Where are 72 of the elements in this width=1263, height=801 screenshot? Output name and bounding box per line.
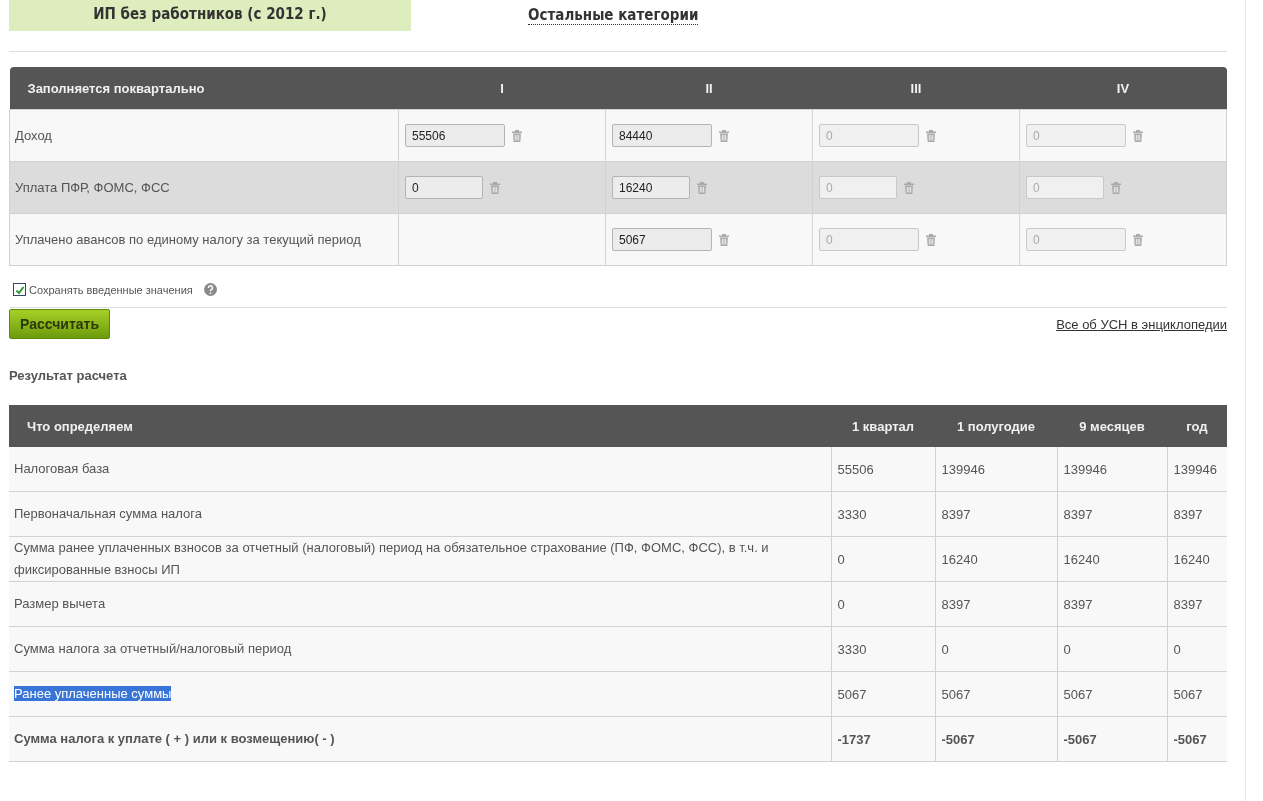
table-cell: 139946	[935, 447, 1057, 492]
row-label: Сумма ранее уплаченных взносов за отчетный (налоговый) период на обязательное страхование (ПФ, ФОМС, ФСС), в т.ч. и фиксированные взносы ИП	[14, 540, 769, 577]
table-cell: -5067	[935, 716, 1057, 762]
trash-icon[interactable]	[512, 129, 522, 142]
trash-icon[interactable]	[1133, 129, 1143, 142]
table-cell: 139946	[1057, 447, 1167, 492]
table-cell: 139946	[1167, 447, 1227, 492]
result-title: Результат расчета	[9, 368, 128, 383]
amount-field[interactable]: 5067	[612, 228, 712, 251]
category-tab[interactable]: ИП без работников (с 2012 г.)	[9, 0, 411, 31]
trash-icon[interactable]	[697, 181, 707, 194]
trash-icon[interactable]	[490, 181, 500, 194]
trash-icon[interactable]	[926, 233, 936, 246]
help-icon[interactable]	[203, 283, 217, 296]
amount-field[interactable]: 55506	[405, 124, 505, 147]
column-header: год	[1167, 405, 1227, 447]
row-label: Ранее уплаченные суммы	[14, 686, 172, 701]
table-cell: 16240	[935, 536, 1057, 582]
column-header: II	[605, 67, 813, 110]
table-cell: 8397	[935, 581, 1057, 627]
table-cell: 3330	[831, 491, 935, 537]
trash-icon[interactable]	[1133, 233, 1143, 246]
category-tab[interactable]: Остальные категории	[528, 6, 699, 25]
table-cell: 55506	[831, 447, 935, 492]
trash-icon[interactable]	[926, 129, 936, 142]
table-cell: 5067	[1167, 671, 1227, 717]
trash-icon[interactable]	[904, 181, 914, 194]
table-cell: 8397	[1057, 491, 1167, 537]
amount-field[interactable]: 84440	[612, 124, 712, 147]
checkbox-label: Сохранять введенные значения	[29, 283, 193, 296]
table-cell: 0	[831, 581, 935, 627]
table-cell: 0	[1057, 626, 1167, 672]
table-cell: 5067	[935, 671, 1057, 717]
table-cell: 8397	[1167, 581, 1227, 627]
row-label: Первоначальная сумма налога	[14, 506, 202, 521]
column-header: I	[398, 67, 606, 110]
column-header: 9 месяцев	[1057, 405, 1167, 447]
table-cell: -1737	[831, 716, 935, 762]
table-cell: -5067	[1167, 716, 1227, 762]
table-cell: 0	[831, 536, 935, 582]
table-cell: 3330	[831, 626, 935, 672]
column-header: 1 полугодие	[935, 405, 1057, 447]
row-label: Налоговая база	[14, 461, 110, 476]
column-header: 1 квартал	[831, 405, 935, 447]
table-cell: 5067	[831, 671, 935, 717]
column-header: III	[812, 67, 1020, 110]
table-cell: 5067	[1057, 671, 1167, 717]
row-label: Уплата ПФР, ФОМС, ФСС	[9, 161, 399, 214]
table-cell: -5067	[1057, 716, 1167, 762]
calculate-button[interactable]: Рассчитать	[9, 309, 110, 339]
row-label: Сумма налога за отчетный/налоговый период	[14, 641, 292, 656]
table-cell: 8397	[1167, 491, 1227, 537]
trash-icon[interactable]	[719, 233, 729, 246]
row-label: Сумма налога к уплате ( + ) или к возмещению( - )	[14, 731, 335, 746]
column-header: Заполняется поквартально	[9, 67, 399, 110]
table-cell: 8397	[935, 491, 1057, 537]
amount-field[interactable]: 16240	[612, 176, 690, 199]
row-label: Уплачено авансов по единому налогу за текущий период	[9, 213, 399, 266]
row-label: Доход	[9, 109, 399, 162]
amount-field[interactable]: 0	[405, 176, 483, 199]
table-cell: 16240	[1057, 536, 1167, 582]
column-header: IV	[1019, 67, 1227, 110]
trash-icon[interactable]	[1111, 181, 1121, 194]
table-cell: 0	[1167, 626, 1227, 672]
trash-icon[interactable]	[719, 129, 729, 142]
table-cell: 16240	[1167, 536, 1227, 582]
encyclopedia-link[interactable]: Все об УСН в энциклопедии	[1056, 316, 1227, 332]
column-header: Что определяем	[9, 405, 831, 447]
table-cell: 8397	[1057, 581, 1167, 627]
table-cell: 0	[935, 626, 1057, 672]
row-label: Размер вычета	[14, 596, 106, 611]
save-checkbox[interactable]	[13, 283, 26, 296]
